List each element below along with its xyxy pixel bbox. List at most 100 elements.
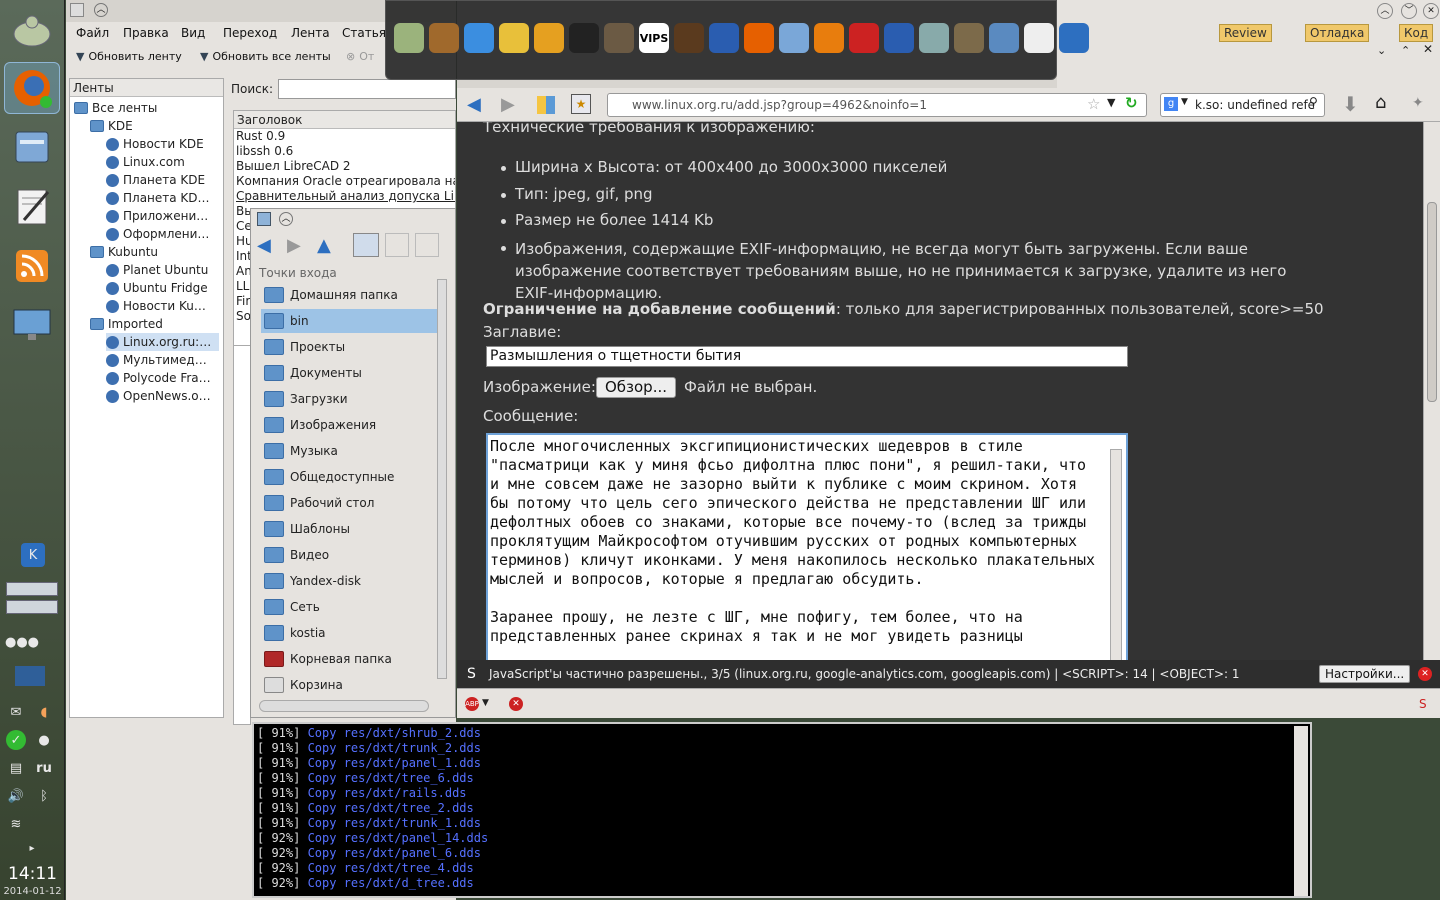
- feed-tree-item[interactable]: Приложени…: [106, 207, 208, 225]
- feed-tree-item[interactable]: Новости KDE: [106, 135, 204, 153]
- page-scrollbar[interactable]: [1423, 122, 1440, 660]
- menu-file[interactable]: Файл: [76, 26, 109, 40]
- menu-article[interactable]: Статья: [342, 26, 386, 40]
- close-icon[interactable]: ✕: [1423, 42, 1433, 56]
- article-row[interactable]: libssh 0.6: [234, 144, 455, 159]
- places-item[interactable]: Проекты: [261, 335, 439, 359]
- reload-icon[interactable]: ↻: [1125, 94, 1138, 112]
- kde-turtle-icon[interactable]: [4, 4, 60, 56]
- firefox-icon[interactable]: [744, 23, 774, 53]
- feed-tree-item[interactable]: Linux.com: [106, 153, 185, 171]
- mail-icon[interactable]: ✉: [6, 702, 26, 722]
- eye-icon[interactable]: [919, 23, 949, 53]
- pager-second-icon[interactable]: [6, 600, 58, 614]
- feed-tree-item[interactable]: Kubuntu: [90, 243, 158, 261]
- feed-tree-item[interactable]: Planet Ubuntu: [106, 261, 208, 279]
- details-view-icon[interactable]: [385, 233, 409, 257]
- feed-tree-item[interactable]: Оформлени…: [106, 225, 209, 243]
- clipboard-icon[interactable]: ▤: [6, 758, 26, 778]
- monkey-icon[interactable]: [429, 23, 459, 53]
- tab-debug[interactable]: Отладка: [1305, 24, 1370, 42]
- feed-tree-item[interactable]: Все ленты: [74, 99, 157, 117]
- textarea-scrollbar[interactable]: [1110, 449, 1122, 660]
- feed-tree[interactable]: Ленты Все ленты KDE Новости KDE Linux.com Пл…: [69, 78, 224, 718]
- bibletime-icon[interactable]: [709, 23, 739, 53]
- tab-review[interactable]: Review: [1219, 24, 1272, 42]
- gimp-icon[interactable]: [604, 23, 634, 53]
- star-icon[interactable]: ☆: [1087, 95, 1100, 113]
- feed-tree-item[interactable]: Мультимед…: [106, 351, 207, 369]
- bluetooth-icon[interactable]: ᛒ: [34, 786, 54, 806]
- window-menu-icon[interactable]: [70, 3, 84, 17]
- tray-app-icon[interactable]: ◖: [34, 702, 54, 722]
- feed-tree-item[interactable]: Новости Ku…: [106, 297, 206, 315]
- places-item[interactable]: Видео: [261, 543, 439, 567]
- rss-reader-icon[interactable]: [4, 240, 60, 292]
- places-item[interactable]: Корзина: [261, 673, 439, 697]
- feed-tree-item[interactable]: Ubuntu Fridge: [106, 279, 208, 297]
- feed-tree-item[interactable]: Linux.org.ru:…: [106, 333, 219, 351]
- settings-icon[interactable]: [884, 23, 914, 53]
- kde-menu-icon[interactable]: K: [21, 543, 45, 567]
- places-item[interactable]: Документы: [261, 361, 439, 385]
- adblock-icon[interactable]: ABP: [465, 697, 479, 711]
- feed-tree-item[interactable]: OpenNews.o…: [106, 387, 211, 405]
- places-item[interactable]: kostia: [261, 621, 439, 645]
- terminal-scrollbar[interactable]: [1294, 726, 1308, 896]
- desktop-monitor-icon[interactable]: [4, 298, 60, 350]
- image-viewer-icon[interactable]: [989, 23, 1019, 53]
- blender-icon[interactable]: [814, 23, 844, 53]
- article-row[interactable]: Rust 0.9: [234, 129, 455, 144]
- display-icon[interactable]: [15, 666, 45, 686]
- horizontal-scrollbar[interactable]: [259, 700, 429, 712]
- adblock-dropdown-icon[interactable]: ▼: [482, 698, 489, 708]
- color-dots-icon[interactable]: ●●●: [5, 632, 39, 652]
- places-item[interactable]: Рабочий стол: [261, 491, 439, 515]
- keep-above-icon[interactable]: ︿: [279, 212, 293, 226]
- pager-icon[interactable]: [6, 582, 58, 596]
- article-row[interactable]: Сравнительный анализ допуска Linux: [234, 189, 455, 204]
- places-item[interactable]: bin: [261, 309, 439, 333]
- google-icon[interactable]: g: [1164, 97, 1178, 111]
- turtle-icon[interactable]: [394, 23, 424, 53]
- icons-view-icon[interactable]: [353, 233, 379, 257]
- up-icon[interactable]: ▲: [317, 235, 331, 256]
- tile-view-icon[interactable]: [537, 96, 555, 114]
- feed-tree-item[interactable]: Планета KDE: [106, 171, 205, 189]
- feed-tree-item[interactable]: KDE: [90, 117, 133, 135]
- download-icon[interactable]: ⬇: [1342, 92, 1359, 116]
- report-icon[interactable]: [1024, 23, 1054, 53]
- title-input[interactable]: Размышления о тщетности бытия: [486, 346, 1128, 367]
- menu-feed[interactable]: Лента: [291, 26, 330, 40]
- vips-icon[interactable]: VIPS: [639, 23, 669, 53]
- terminal-window[interactable]: [ 91%] Copy res/dxt/shrub_2.dds[ 91%] Co…: [252, 722, 1312, 898]
- chevron-up-icon[interactable]: ⌃: [1401, 44, 1410, 57]
- places-item[interactable]: Корневая папка: [261, 647, 439, 671]
- chat-icon[interactable]: ●: [34, 730, 54, 750]
- document-icon[interactable]: [779, 23, 809, 53]
- places-item[interactable]: Общедоступные: [261, 465, 439, 489]
- url-bar[interactable]: www.linux.org.ru/add.jsp?group=4962&noin…: [607, 93, 1147, 117]
- clock[interactable]: 14:11: [0, 864, 65, 884]
- articles-header[interactable]: Заголовок: [234, 111, 455, 129]
- menu-edit[interactable]: Правка: [123, 26, 169, 40]
- back-icon[interactable]: ◀: [257, 235, 271, 256]
- refresh-feed-button[interactable]: ▼ Обновить ленту: [76, 50, 182, 63]
- close-notification-icon[interactable]: ✕: [1418, 667, 1432, 681]
- keep-above-icon[interactable]: ︿: [94, 3, 108, 17]
- keyboard-layout[interactable]: ru: [34, 758, 54, 778]
- feeds-header[interactable]: Ленты: [70, 79, 223, 97]
- history-dropdown-icon[interactable]: ▼: [1107, 96, 1115, 109]
- firefox-launcher-icon[interactable]: [4, 62, 60, 114]
- page-scrollbar-thumb[interactable]: [1427, 202, 1437, 402]
- chevron-down-icon[interactable]: ⌄: [1377, 44, 1386, 57]
- places-item[interactable]: Домашняя папка: [261, 283, 439, 307]
- media-player-icon[interactable]: [674, 23, 704, 53]
- pencil-icon[interactable]: [499, 23, 529, 53]
- window-menu-icon[interactable]: [257, 212, 271, 226]
- stop-icon[interactable]: ✕: [509, 697, 523, 711]
- tab-code[interactable]: Код: [1399, 24, 1434, 42]
- search-input[interactable]: [278, 79, 456, 99]
- expand-tray-icon[interactable]: ▸: [22, 838, 42, 858]
- inkscape-icon[interactable]: [569, 23, 599, 53]
